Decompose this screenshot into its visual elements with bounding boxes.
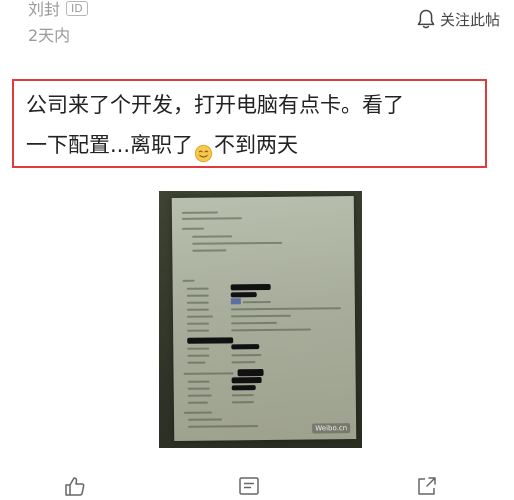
id-badge: ID [66,0,88,16]
post-time: 2天内 [28,26,71,45]
smile-emoji-icon [194,136,213,162]
comment-button[interactable] [238,476,260,496]
follow-label: 关注此帖 [439,10,500,29]
author-name[interactable]: 刘封 [28,0,60,20]
post-action-bar [0,476,514,500]
bell-icon [416,8,436,30]
post-text-line-1: 公司来了个开发，打开电脑有点卡。看了 [26,93,404,117]
comment-icon [238,476,260,496]
post-photo[interactable]: Weibo.cn [159,191,362,448]
thumbs-up-icon [64,476,86,496]
follow-post-button[interactable]: 关注此帖 [416,8,500,30]
printed-config-sheet: Weibo.cn [171,196,357,441]
share-icon [416,476,438,496]
post-text-line-2-part-b: 不到两天 [214,133,299,157]
post-text-highlight: 公司来了个开发，打开电脑有点卡。看了 一下配置...离职了 不到两天 [12,79,487,168]
author-line: 刘封 ID [28,0,88,20]
post-header: 刘封 ID 2天内 关注此帖 [0,0,514,56]
post-text-line-2: 一下配置...离职了 不到两天 [26,125,473,165]
post-text-line-2-part-a: 一下配置...离职了 [26,133,194,157]
photo-watermark: Weibo.cn [312,423,351,434]
like-button[interactable] [64,476,86,496]
share-button[interactable] [416,476,438,496]
